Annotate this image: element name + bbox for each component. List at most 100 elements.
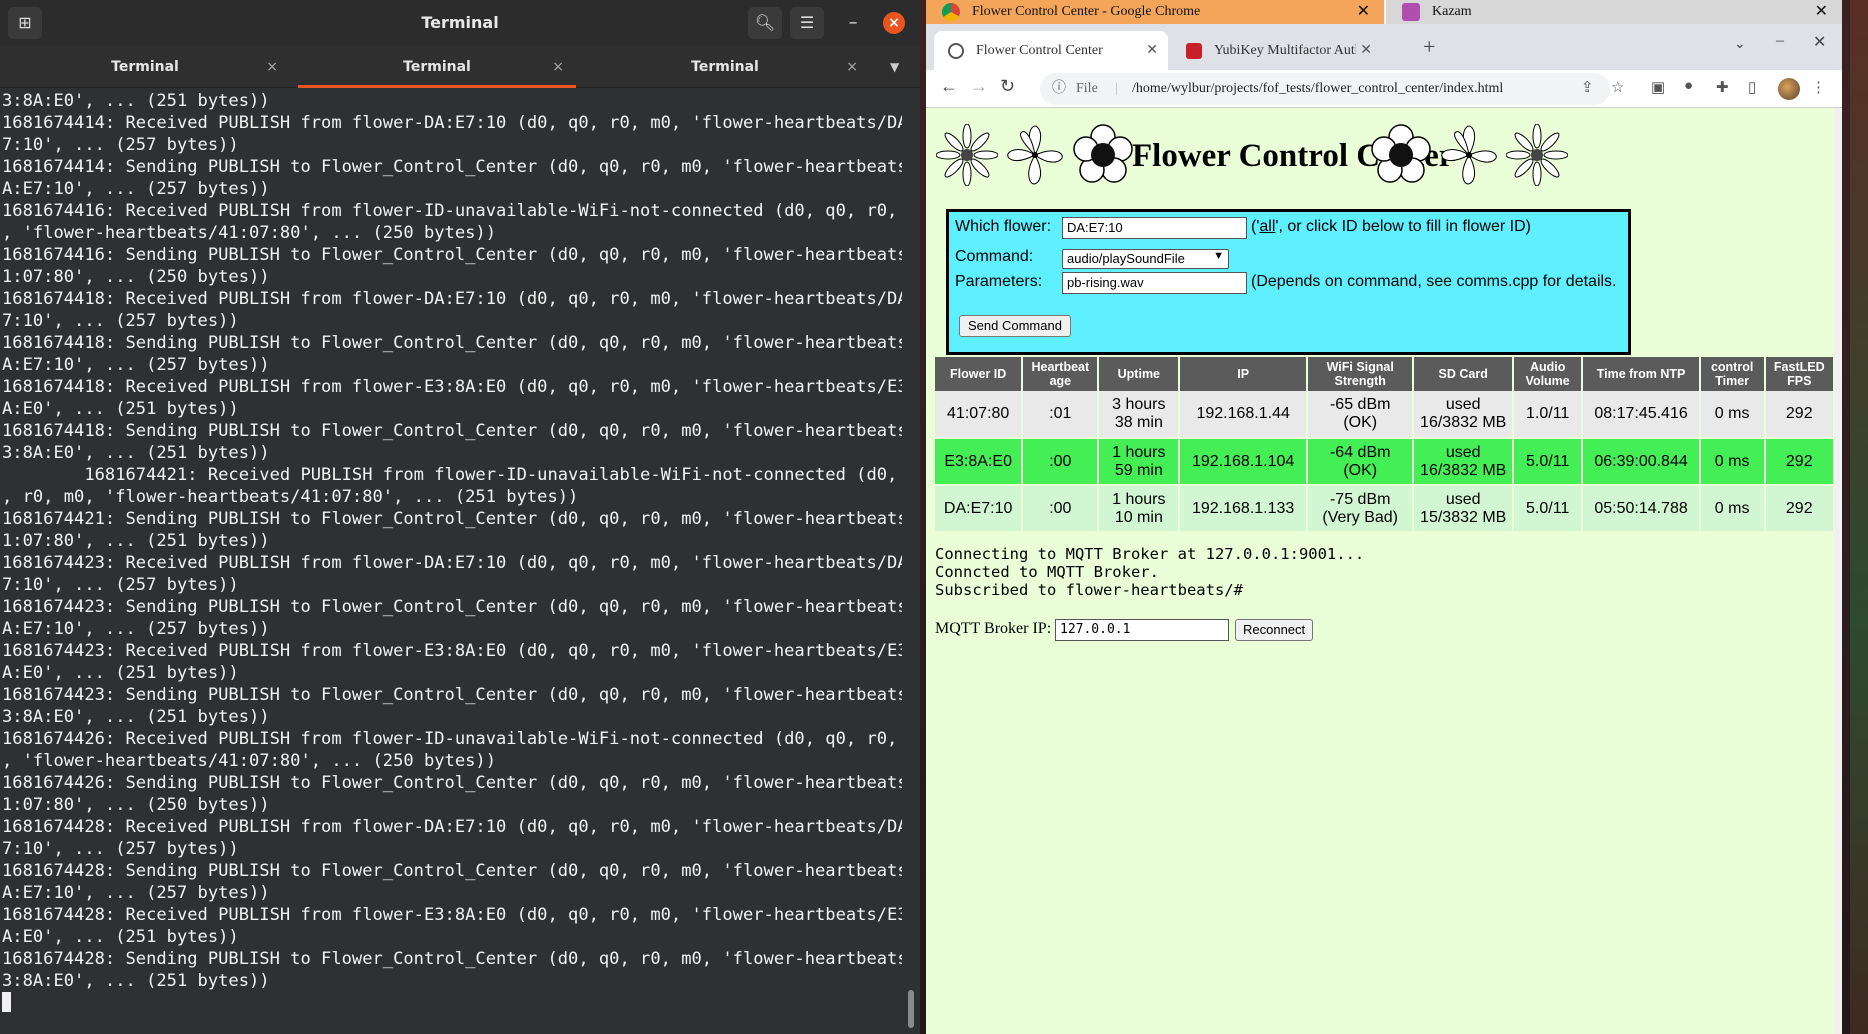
hint-suffix: ', or click ID below to fill in flower I… <box>1275 218 1531 235</box>
terminal-line: 1:07:80', ... (250 bytes)) <box>2 795 270 815</box>
terminal-line: , r0, m0, 'flower-heartbeats/41:07:80', … <box>2 487 579 507</box>
minimize-icon[interactable]: – <box>1776 32 1784 50</box>
desktop-edge <box>1850 0 1868 1034</box>
close-tab-icon[interactable]: ✕ <box>1146 31 1158 70</box>
browser-tab[interactable]: YubiKey Multifactor Auth ✕ <box>1172 31 1382 70</box>
forward-arrow-icon[interactable]: → <box>970 76 988 97</box>
terminal-line: 1681674423: Sending PUBLISH to Flower_Co… <box>2 685 902 705</box>
github-extension-icon[interactable]: ● <box>1684 78 1693 95</box>
page-header: Flower Control Center <box>936 124 1656 186</box>
column-header: SD Card <box>1413 357 1514 391</box>
anemone-flower-icon <box>1073 124 1133 183</box>
flower-status-table: Flower ID Heartbeat age Uptime IP WiFi Signa… <box>935 357 1834 533</box>
table-cell: used 16/3832 MB <box>1413 391 1514 439</box>
side-panel-icon[interactable]: ▯ <box>1748 78 1756 97</box>
terminal-output[interactable]: 3:8A:E0', ... (251 bytes)) 1681674414: Re… <box>2 90 902 1030</box>
column-header: Audio Volume <box>1512 357 1584 391</box>
close-tab-icon[interactable]: × <box>846 46 858 88</box>
terminal-line: 3:8A:E0', ... (251 bytes)) <box>2 91 270 111</box>
table-cell: :01 <box>1022 391 1100 439</box>
close-icon[interactable]: ✕ <box>1357 0 1370 24</box>
reload-icon[interactable]: ↻ <box>1000 76 1015 97</box>
which-flower-input[interactable]: DA:E7:10 <box>1062 217 1247 239</box>
page-scrollbar[interactable] <box>1834 108 1842 1034</box>
reconnect-button[interactable]: Reconnect <box>1235 619 1314 641</box>
tab-list-chevron-icon[interactable]: ▼ <box>890 60 899 74</box>
column-header: WiFi Signal Strength <box>1306 357 1415 391</box>
close-tab-icon[interactable]: × <box>552 46 564 88</box>
send-command-button[interactable]: Send Command <box>959 315 1071 337</box>
terminal-line: A:E0', ... (251 bytes)) <box>2 399 239 419</box>
hamburger-menu-icon[interactable]: ☰ <box>790 7 824 39</box>
terminal-line: 1681674428: Sending PUBLISH to Flower_Co… <box>2 861 902 881</box>
terminal-line: A:E0', ... (251 bytes)) <box>2 927 239 947</box>
puzzle-extensions-icon[interactable]: ✚ <box>1716 78 1729 97</box>
browser-tab-active[interactable]: Flower Control Center ✕ <box>934 31 1168 70</box>
lily-flower-icon <box>1441 125 1497 185</box>
anemone-flower-icon <box>1371 124 1431 183</box>
close-icon[interactable]: ✕ <box>1815 0 1828 24</box>
terminal-line: 1681674426: Received PUBLISH from flower… <box>2 729 902 749</box>
address-bar[interactable]: ⓘ File | /home/wylbur/projects/fof_tests… <box>1040 73 1610 105</box>
terminal-tab-active[interactable]: Terminal × <box>298 46 576 88</box>
profile-avatar[interactable] <box>1778 78 1800 100</box>
flower-id-cell[interactable]: DA:E7:10 <box>935 485 1024 533</box>
terminal-line: 1:07:80', ... (250 bytes)) <box>2 267 270 287</box>
column-header: Flower ID <box>935 357 1024 391</box>
table-row: E3:8A:E0:00 1 hours 59 min 192.168.1.104 -6… <box>935 438 1834 486</box>
chrome-window-title-text: Flower Control Center - Google Chrome <box>972 4 1201 19</box>
terminal-line: 1681674418: Sending PUBLISH to Flower_Co… <box>2 421 902 441</box>
table-cell: 08:17:45.416 <box>1582 391 1701 439</box>
chrome-window-title[interactable]: Flower Control Center - Google Chrome ✕ <box>926 0 1384 24</box>
yubico-icon <box>1186 43 1202 59</box>
tab-search-chevron-icon[interactable]: ⌄ <box>1734 36 1746 53</box>
terminal-window: ⊞ Terminal 🔍︎ ☰ – × Terminal × Terminal × … <box>0 0 920 1034</box>
tab-label: Terminal <box>403 59 471 75</box>
terminal-line: A:E7:10', ... (257 bytes)) <box>2 619 270 639</box>
terminal-line: A:E7:10', ... (257 bytes)) <box>2 179 270 199</box>
kazam-window-title[interactable]: Kazam ✕ <box>1386 0 1842 24</box>
extension-icon[interactable]: ▣ <box>1651 78 1665 97</box>
close-icon[interactable]: × <box>883 12 905 34</box>
globe-icon <box>948 43 964 59</box>
terminal-scrollbar[interactable] <box>908 990 914 1028</box>
table-cell: 0 ms <box>1699 438 1766 486</box>
connection-log: Connecting to MQTT Broker at 127.0.0.1:9… <box>935 545 1364 599</box>
back-arrow-icon[interactable]: ← <box>940 76 958 97</box>
terminal-tab[interactable]: Terminal × <box>580 46 870 88</box>
terminal-line: 1681674423: Received PUBLISH from flower… <box>2 641 902 661</box>
close-icon[interactable]: ✕ <box>1813 32 1826 52</box>
table-cell: used 15/3832 MB <box>1413 485 1514 533</box>
share-icon[interactable]: ⇪ <box>1581 78 1594 97</box>
new-tab-plus-icon[interactable]: + <box>1423 34 1435 60</box>
terminal-tab[interactable]: Terminal × <box>0 46 290 88</box>
log-line: Conncted to MQTT Broker. <box>935 563 1159 581</box>
chrome-logo-icon <box>942 3 960 21</box>
close-tab-icon[interactable]: ✕ <box>1356 31 1372 70</box>
parameters-input[interactable]: pb-rising.wav <box>1062 272 1247 294</box>
search-icon[interactable]: 🔍︎ <box>748 7 782 39</box>
bookmark-star-icon[interactable]: ☆ <box>1611 78 1624 97</box>
command-select[interactable]: audio/playSoundFile ▼ <box>1062 249 1229 269</box>
kebab-menu-icon[interactable]: ⋮ <box>1811 78 1826 97</box>
terminal-line: 1681674428: Received PUBLISH from flower… <box>2 817 902 837</box>
terminal-line: 1681674418: Received PUBLISH from flower… <box>2 289 902 309</box>
which-flower-label: Which flower: <box>955 218 1052 235</box>
terminal-line: 1681674418: Received PUBLISH from flower… <box>2 377 902 397</box>
table-cell: 1 hours 59 min <box>1098 438 1181 486</box>
command-select-value: audio/playSoundFile <box>1067 251 1185 266</box>
info-icon[interactable]: ⓘ <box>1052 73 1066 105</box>
chrome-tab-strip: Flower Control Center ✕ YubiKey Multifac… <box>926 24 1842 70</box>
all-link[interactable]: all <box>1259 218 1275 235</box>
minimize-icon[interactable]: – <box>836 7 870 39</box>
table-cell: 1 hours 10 min <box>1098 485 1181 533</box>
terminal-line: 3:8A:E0', ... (251 bytes)) <box>2 707 270 727</box>
command-label: Command: <box>955 248 1034 265</box>
table-cell: 0 ms <box>1699 391 1766 439</box>
log-line: Connecting to MQTT Broker at 127.0.0.1:9… <box>935 545 1365 563</box>
flower-id-cell[interactable]: E3:8A:E0 <box>935 438 1024 486</box>
broker-ip-input[interactable]: 127.0.0.1 <box>1055 619 1229 641</box>
flower-id-cell[interactable]: 41:07:80 <box>935 391 1024 439</box>
close-tab-icon[interactable]: × <box>266 46 278 88</box>
table-row: 41:07:80:01 3 hours 38 min 192.168.1.44 -65… <box>935 391 1834 439</box>
